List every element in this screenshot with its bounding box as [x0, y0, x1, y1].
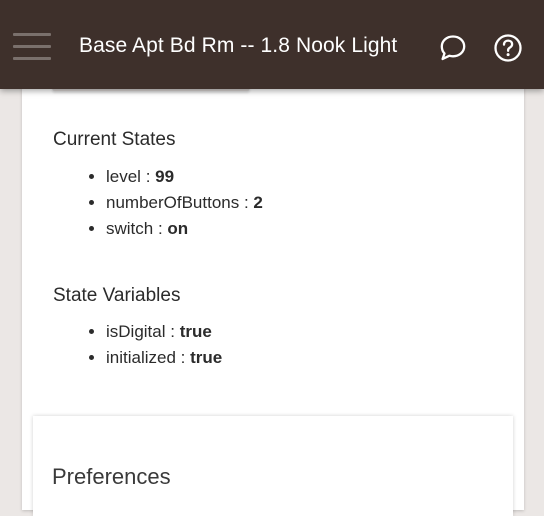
top-app-bar: Base Apt Bd Rm -- 1.8 Nook Light	[0, 0, 544, 89]
chat-bubble-icon[interactable]	[438, 33, 468, 63]
current-states-list: level : 99 numberOfButtons : 2 switch : …	[70, 164, 263, 242]
state-variable-initialized: initialized : true	[106, 345, 222, 371]
current-states-heading: Current States	[53, 129, 176, 150]
preferences-heading: Preferences	[52, 464, 171, 489]
help-circle-icon[interactable]	[493, 33, 523, 63]
hamburger-menu-icon[interactable]	[13, 33, 51, 61]
state-variables-heading: State Variables	[53, 285, 181, 306]
state-variable-is-digital: isDigital : true	[106, 319, 222, 345]
page-title: Base Apt Bd Rm -- 1.8 Nook Light	[79, 34, 398, 57]
state-item-switch: switch : on	[106, 216, 263, 242]
state-item-level: level : 99	[106, 164, 263, 190]
state-item-number-of-buttons: numberOfButtons : 2	[106, 190, 263, 216]
state-variables-list: isDigital : true initialized : true	[70, 319, 222, 371]
